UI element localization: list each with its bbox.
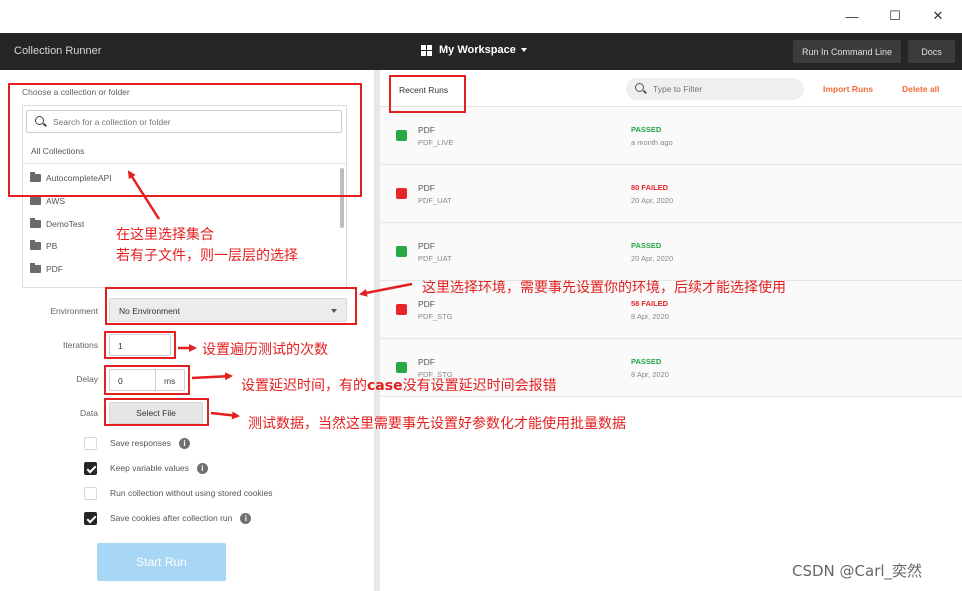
status-indicator: [396, 130, 407, 141]
option-keep-variable-values[interactable]: Keep variable values i: [84, 461, 208, 475]
workspace-grid-icon: [421, 44, 432, 56]
collection-item[interactable]: PB: [30, 239, 57, 253]
run-status: 58 FAILED: [631, 299, 669, 308]
annotation-collection-line2: 若有子文件，则一层层的选择: [116, 248, 298, 264]
run-in-command-line-button[interactable]: Run In Command Line: [793, 40, 901, 63]
info-icon[interactable]: i: [178, 437, 190, 449]
app-title: Collection Runner: [14, 45, 102, 57]
annotation-collection-line1: 在这里选择集合: [116, 227, 214, 243]
run-status: PASSED: [631, 241, 662, 250]
iterations-label: Iterations: [63, 340, 98, 350]
annotation-iterations: 设置遍历测试的次数: [202, 342, 328, 358]
delete-all-button[interactable]: Delete all: [902, 84, 939, 94]
minimize-button[interactable]: —: [839, 6, 865, 26]
workspace-label: My Workspace: [439, 44, 516, 56]
save-responses-checkbox[interactable]: [84, 436, 97, 450]
filter-input[interactable]: [653, 81, 793, 97]
status-indicator: [396, 362, 407, 373]
run-without-cookies-checkbox[interactable]: [84, 486, 97, 500]
folder-icon: [30, 218, 41, 228]
run-row[interactable]: PDF PDF_LIVE PASSED a month ago: [380, 107, 962, 165]
status-indicator: [396, 188, 407, 199]
delay-label: Delay: [76, 374, 98, 384]
collection-item[interactable]: PDF: [30, 262, 63, 276]
info-icon[interactable]: i: [196, 462, 208, 474]
folder-icon: [30, 240, 41, 250]
option-save-cookies[interactable]: Save cookies after collection run i: [84, 511, 252, 525]
status-indicator: [396, 304, 407, 315]
annotation-box-recent-runs: [389, 75, 466, 113]
app-header: Collection Runner My Workspace Run In Co…: [0, 33, 962, 70]
watermark: CSDN @Carl_奕然: [792, 562, 923, 580]
annotation-environment: 这里选择环境，需要事先设置你的环境，后续才能选择使用: [422, 280, 786, 296]
maximize-button[interactable]: ☐: [882, 6, 908, 26]
annotation-box-iterations: [104, 331, 176, 359]
folder-icon: [30, 195, 41, 205]
docs-button[interactable]: Docs: [908, 40, 955, 63]
window-titlebar: — ☐ ✕: [0, 0, 962, 33]
annotation-box-data: [104, 398, 209, 426]
run-status: PASSED: [631, 357, 662, 366]
annotation-data: 测试数据，当然这里需要事先设置好参数化才能使用批量数据: [248, 416, 626, 432]
run-row[interactable]: PDF PDF_UAT PASSED 20 Apr, 2020: [380, 223, 962, 281]
workspace-switcher[interactable]: My Workspace: [421, 44, 527, 56]
option-save-responses[interactable]: Save responses i: [84, 436, 190, 450]
data-label: Data: [80, 408, 98, 418]
annotation-box-collection: [8, 83, 362, 197]
annotation-box-delay: [104, 365, 190, 395]
search-icon: [635, 83, 644, 92]
filter-box[interactable]: [626, 78, 804, 100]
run-row[interactable]: PDF PDF_UAT 80 FAILED 20 Apr, 2020: [380, 165, 962, 223]
save-cookies-checkbox[interactable]: [84, 511, 97, 525]
folder-icon: [30, 263, 41, 273]
keep-variable-values-checkbox[interactable]: [84, 461, 97, 475]
run-status: PASSED: [631, 125, 662, 134]
start-run-button[interactable]: Start Run: [97, 543, 226, 581]
option-run-without-cookies[interactable]: Run collection without using stored cook…: [84, 486, 273, 500]
annotation-box-environment: [105, 287, 357, 325]
run-status: 80 FAILED: [631, 183, 669, 192]
chevron-down-icon: [520, 48, 527, 52]
environment-label: Environment: [50, 306, 98, 316]
info-icon[interactable]: i: [240, 512, 252, 524]
status-indicator: [396, 246, 407, 257]
annotation-delay: 设置延迟时间，有的case没有设置延迟时间会报错: [241, 378, 557, 394]
import-runs-button[interactable]: Import Runs: [823, 84, 873, 94]
close-button[interactable]: ✕: [925, 6, 951, 26]
collection-item[interactable]: DemoTest: [30, 217, 84, 231]
